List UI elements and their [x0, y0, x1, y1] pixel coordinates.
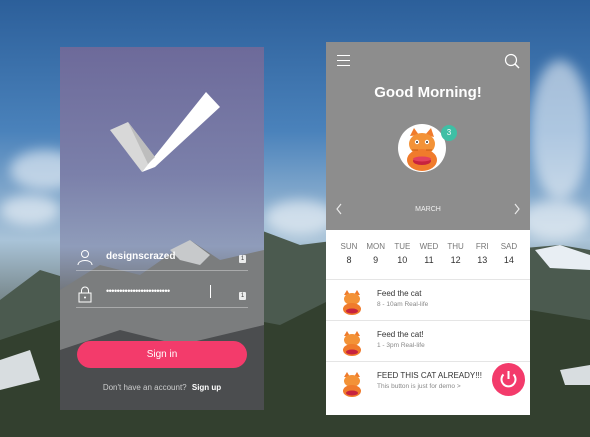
day-date: 9 [373, 255, 379, 265]
day-date: 8 [346, 255, 352, 265]
cat-thumbnail-icon [343, 372, 361, 397]
password-field[interactable]: •••••••••••••••••••••••• 1 [76, 282, 248, 308]
text-cursor [210, 285, 211, 298]
day-sun[interactable]: SUN 8 [338, 242, 360, 265]
sign-in-button[interactable]: Sign in [77, 341, 247, 368]
week-strip: SUN 8 MON 9 TUE 10 WED 11 THU 12 FRI 13 SAD 14 [338, 242, 520, 265]
cat-avatar-icon [407, 128, 437, 171]
day-fri[interactable]: FRI 13 [471, 242, 493, 265]
checkmark-logo-icon [110, 92, 220, 172]
day-tue[interactable]: TUE 10 [391, 242, 413, 265]
notification-badge[interactable]: 3 [441, 125, 457, 141]
day-name: SUN [340, 242, 358, 251]
todo-header: Good Morning! 3 MARCH [326, 42, 530, 230]
chevron-right-icon[interactable] [512, 202, 522, 216]
task-title: FEED THIS CAT ALREADY!!! [377, 371, 482, 380]
todo-panel: Good Morning! 3 MARCH SUN 8 MON 9 TUE 10… [326, 42, 530, 415]
username-value[interactable]: designscrazed [106, 251, 175, 262]
power-button[interactable] [492, 363, 525, 396]
cat-thumbnail-icon [343, 331, 361, 356]
search-icon[interactable] [504, 53, 520, 69]
day-name: MON [366, 242, 385, 251]
day-name: WED [419, 242, 439, 251]
field-badge: 1 [239, 255, 246, 263]
menu-icon[interactable] [337, 55, 350, 66]
task-title: Feed the cat [377, 289, 422, 298]
day-sat[interactable]: SAD 14 [498, 242, 520, 265]
task-item[interactable]: Feed the cat 8 - 10am Real-life [326, 280, 530, 321]
greeting-title: Good Morning! [374, 84, 482, 101]
month-label: MARCH [415, 206, 441, 213]
task-item[interactable]: Feed the cat! 1 - 3pm Real-life [326, 321, 530, 362]
username-field[interactable]: designscrazed 1 [76, 245, 248, 271]
user-icon [77, 250, 93, 266]
day-date: 10 [397, 255, 408, 265]
day-thu[interactable]: THU 12 [445, 242, 467, 265]
task-title: Feed the cat! [377, 330, 424, 339]
no-account-text: Don't have an account? [102, 383, 187, 392]
day-date: 13 [477, 255, 488, 265]
day-date: 14 [503, 255, 514, 265]
sign-up-link[interactable]: Sign up [192, 383, 221, 392]
day-name: SAD [500, 242, 518, 251]
day-name: TUE [394, 242, 411, 251]
power-icon [500, 371, 517, 388]
field-badge: 1 [239, 292, 246, 300]
task-time: This button is just for demo > [377, 383, 461, 390]
login-panel: designscrazed 1 ••••••••••••••••••••••••… [60, 47, 264, 410]
task-time: 8 - 10am Real-life [377, 301, 429, 308]
task-time: 1 - 3pm Real-life [377, 342, 425, 349]
lock-icon [78, 286, 92, 303]
avatar[interactable] [398, 124, 446, 172]
day-name: FRI [475, 242, 489, 251]
day-name: THU [447, 242, 464, 251]
cat-thumbnail-icon [343, 290, 361, 315]
day-mon[interactable]: MON 9 [365, 242, 387, 265]
day-wed[interactable]: WED 11 [418, 242, 440, 265]
day-date: 11 [424, 255, 434, 265]
password-value[interactable]: •••••••••••••••••••••••• [106, 286, 170, 296]
day-date: 12 [450, 255, 461, 265]
signup-row: Don't have an account? Sign up [60, 383, 264, 392]
